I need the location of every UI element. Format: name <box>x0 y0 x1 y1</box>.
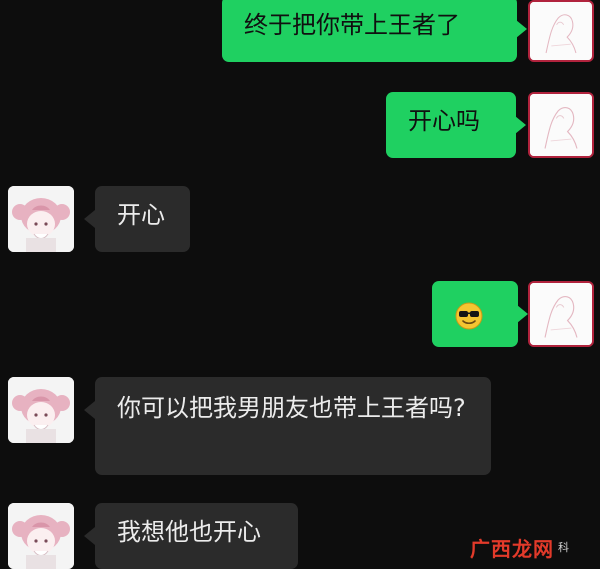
watermark-brand: 广西龙网 <box>470 536 554 561</box>
avatar-contact[interactable] <box>8 377 74 443</box>
avatar-self[interactable] <box>528 281 594 347</box>
message-bubble-outgoing[interactable] <box>432 281 518 347</box>
message-text: 我想他也开心 <box>117 518 261 546</box>
message-bubble-outgoing[interactable]: 开心吗 <box>386 92 516 158</box>
avatar-self[interactable] <box>528 92 594 158</box>
avatar-anime-girl-image <box>8 503 74 569</box>
avatar-contact[interactable] <box>8 186 74 252</box>
message-bubble-incoming[interactable]: 我想他也开心 <box>95 503 298 569</box>
bubble-tail <box>515 116 526 134</box>
avatar-anime-girl-image <box>8 377 74 443</box>
bubble-tail <box>517 305 528 323</box>
bubble-tail <box>84 210 95 228</box>
watermark-logo: 广西龙网 科 <box>470 532 595 562</box>
message-text: 开心 <box>117 201 165 229</box>
message-bubble-incoming[interactable]: 你可以把我男朋友也带上王者吗? <box>95 377 491 475</box>
avatar-self[interactable] <box>528 0 594 62</box>
message-text: 你可以把我男朋友也带上王者吗? <box>117 394 466 422</box>
watermark-suffix: 科 <box>558 541 569 554</box>
avatar-sketch-image <box>532 2 590 60</box>
message-bubble-incoming[interactable]: 开心 <box>95 186 190 252</box>
avatar-sketch-image <box>530 94 592 156</box>
message-text: 终于把你带上王者了 <box>244 11 460 39</box>
avatar-anime-girl-image <box>8 186 74 252</box>
message-text: 开心吗 <box>408 107 480 135</box>
avatar-contact[interactable] <box>8 503 74 569</box>
bubble-tail <box>84 401 95 419</box>
bubble-tail <box>516 20 527 38</box>
bubble-tail <box>84 527 95 545</box>
avatar-sketch-image <box>530 283 592 345</box>
sunglasses-smile-emoji-icon <box>454 301 484 331</box>
message-bubble-outgoing[interactable]: 终于把你带上王者了 <box>222 0 517 62</box>
chat-message-list: 终于把你带上王者了 开心吗 开心 你可以把我男朋友也带上王者吗? 我想他也开心 <box>0 0 600 569</box>
